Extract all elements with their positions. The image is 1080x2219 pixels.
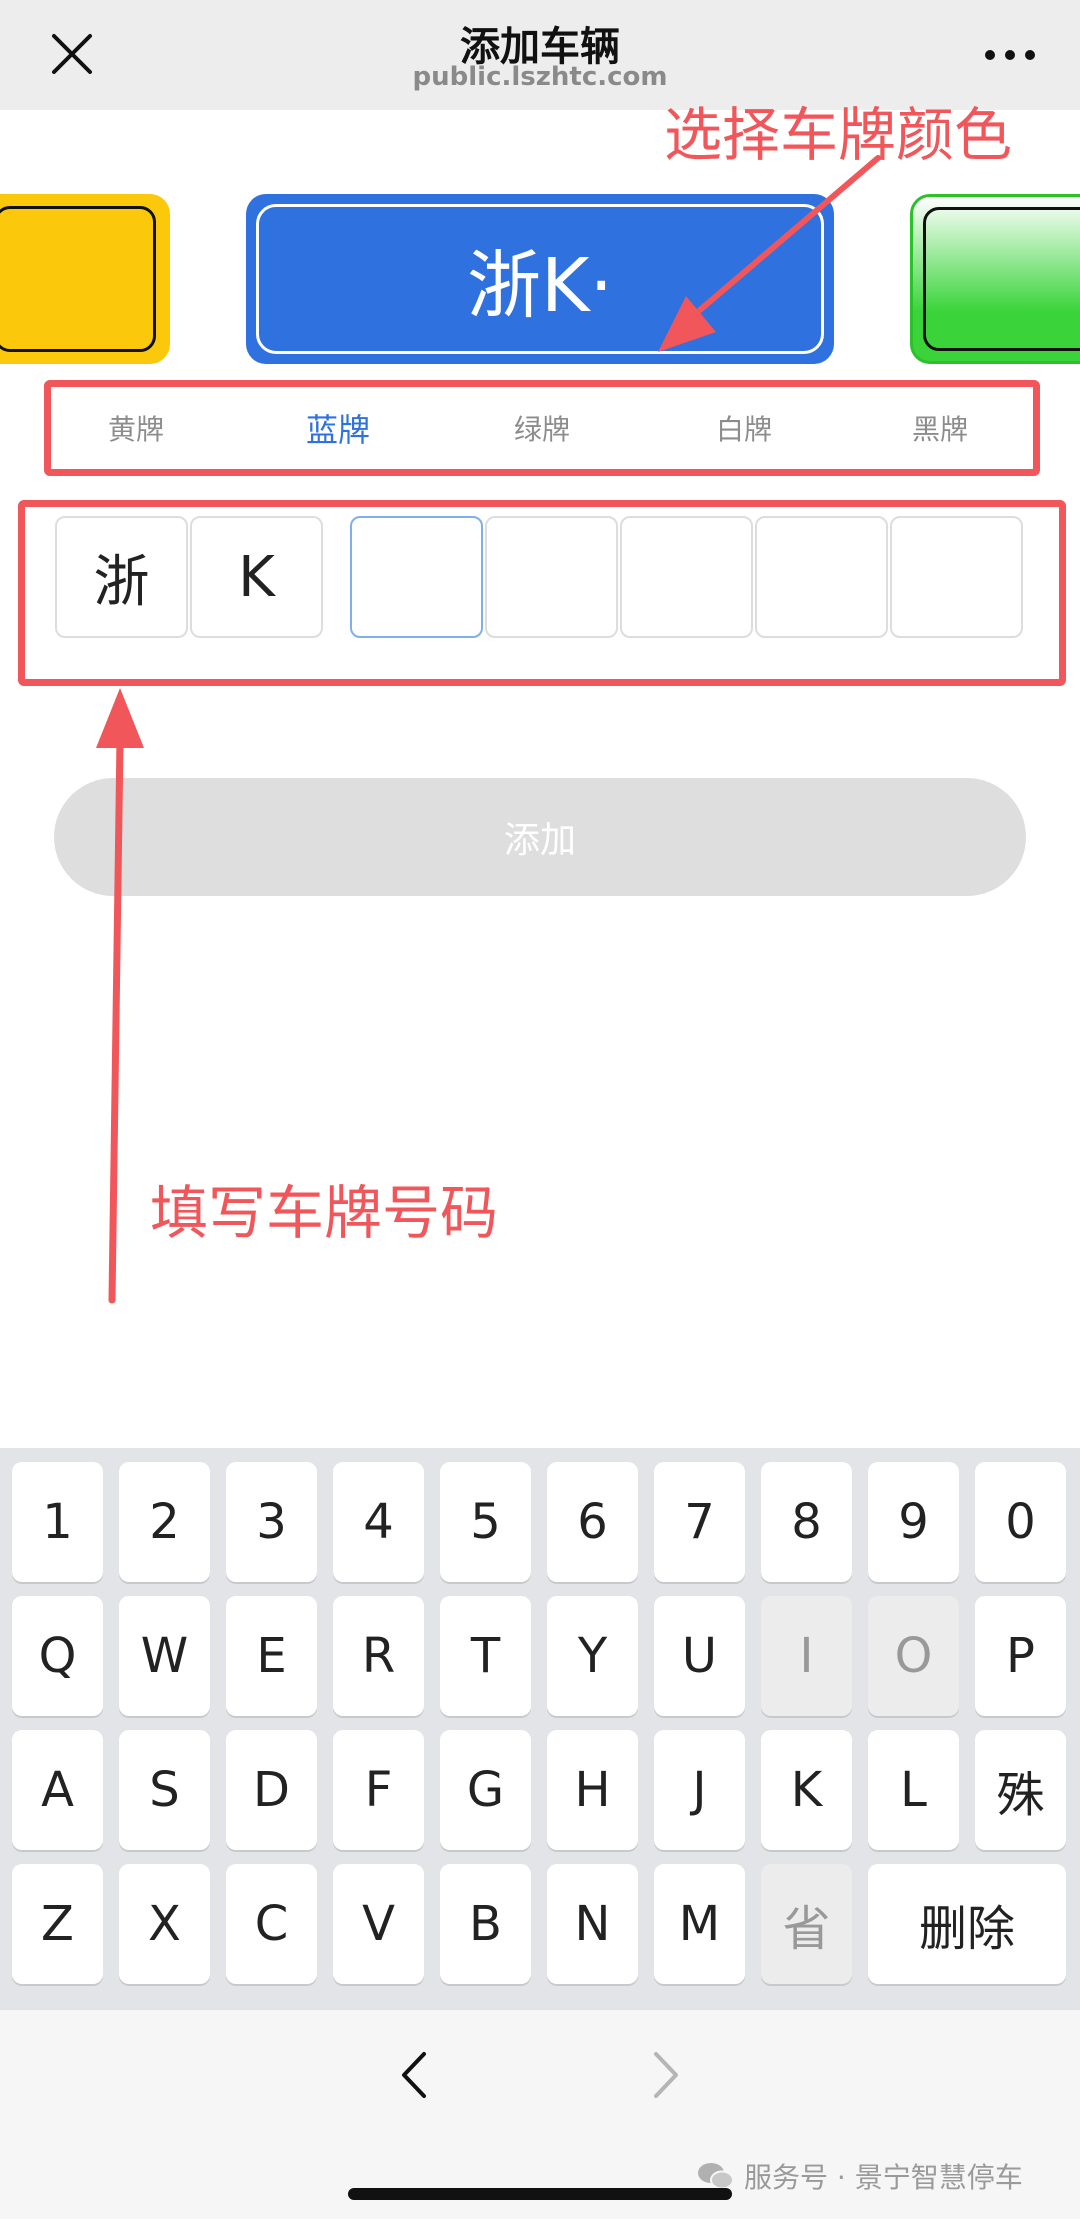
key-l[interactable]: L <box>868 1730 959 1850</box>
key-5[interactable]: 5 <box>440 1462 531 1582</box>
key-v[interactable]: V <box>333 1864 424 1984</box>
add-button[interactable]: 添加 <box>54 778 1026 896</box>
key-a[interactable]: A <box>12 1730 103 1850</box>
key-1[interactable]: 1 <box>12 1462 103 1582</box>
watermark-text: 服务号 · 景宁智慧停车 <box>744 2161 1023 2194</box>
key-n[interactable]: N <box>547 1864 638 1984</box>
tab-green[interactable]: 绿牌 <box>514 408 570 448</box>
key-8[interactable]: 8 <box>761 1462 852 1582</box>
key-s[interactable]: S <box>119 1730 210 1850</box>
plate-cell-6[interactable] <box>755 516 888 638</box>
key-z[interactable]: Z <box>12 1864 103 1984</box>
key-6[interactable]: 6 <box>547 1462 638 1582</box>
key-delete[interactable]: 删除 <box>868 1864 1066 1984</box>
key-3[interactable]: 3 <box>226 1462 317 1582</box>
key-w[interactable]: W <box>119 1596 210 1716</box>
key-e[interactable]: E <box>226 1596 317 1716</box>
plate-cell-5[interactable] <box>620 516 753 638</box>
watermark: 服务号 · 景宁智慧停车 <box>696 2156 1023 2196</box>
key-m[interactable]: M <box>654 1864 745 1984</box>
key-4[interactable]: 4 <box>333 1462 424 1582</box>
chevron-left-icon <box>402 2052 426 2098</box>
key-f[interactable]: F <box>333 1730 424 1850</box>
key-2[interactable]: 2 <box>119 1462 210 1582</box>
back-button[interactable] <box>380 2040 450 2110</box>
key-d[interactable]: D <box>226 1730 317 1850</box>
plate-cell-1[interactable]: 浙 <box>55 516 188 638</box>
plate-blue-preview[interactable]: 浙K· <box>246 194 834 364</box>
plate-cell-2[interactable]: K <box>190 516 323 638</box>
plate-yellow-preview[interactable] <box>0 194 170 364</box>
key-o[interactable]: O <box>868 1596 959 1716</box>
key-c[interactable]: C <box>226 1864 317 1984</box>
chevron-right-icon <box>654 2052 678 2098</box>
key-x[interactable]: X <box>119 1864 210 1984</box>
key-q[interactable]: Q <box>12 1596 103 1716</box>
more-button[interactable] <box>972 30 1052 80</box>
key-special[interactable]: 殊 <box>975 1730 1066 1850</box>
plate-cell-7[interactable] <box>890 516 1023 638</box>
key-b[interactable]: B <box>440 1864 531 1984</box>
key-t[interactable]: T <box>440 1596 531 1716</box>
forward-button[interactable] <box>630 2040 700 2110</box>
key-g[interactable]: G <box>440 1730 531 1850</box>
key-k[interactable]: K <box>761 1730 852 1850</box>
more-dots-icon <box>985 50 1035 60</box>
key-0[interactable]: 0 <box>975 1462 1066 1582</box>
key-province[interactable]: 省 <box>761 1864 852 1984</box>
key-p[interactable]: P <box>975 1596 1066 1716</box>
plate-cell-3[interactable] <box>350 516 483 638</box>
key-u[interactable]: U <box>654 1596 745 1716</box>
plate-cell-4[interactable] <box>485 516 618 638</box>
plate-preview-text: 浙K· <box>466 242 614 329</box>
tab-white[interactable]: 白牌 <box>716 408 772 448</box>
key-i[interactable]: I <box>761 1596 852 1716</box>
home-indicator <box>348 2188 732 2200</box>
tab-blue[interactable]: 蓝牌 <box>306 405 370 451</box>
key-h[interactable]: H <box>547 1730 638 1850</box>
key-9[interactable]: 9 <box>868 1462 959 1582</box>
key-j[interactable]: J <box>654 1730 745 1850</box>
plate-green-preview[interactable] <box>910 194 1080 364</box>
tab-black[interactable]: 黑牌 <box>912 408 968 448</box>
tab-yellow[interactable]: 黄牌 <box>108 408 164 448</box>
key-y[interactable]: Y <box>547 1596 638 1716</box>
annotation-select-color: 选择车牌颜色 <box>664 101 1013 169</box>
key-r[interactable]: R <box>333 1596 424 1716</box>
annotation-fill-number: 填写车牌号码 <box>150 1179 499 1247</box>
key-7[interactable]: 7 <box>654 1462 745 1582</box>
